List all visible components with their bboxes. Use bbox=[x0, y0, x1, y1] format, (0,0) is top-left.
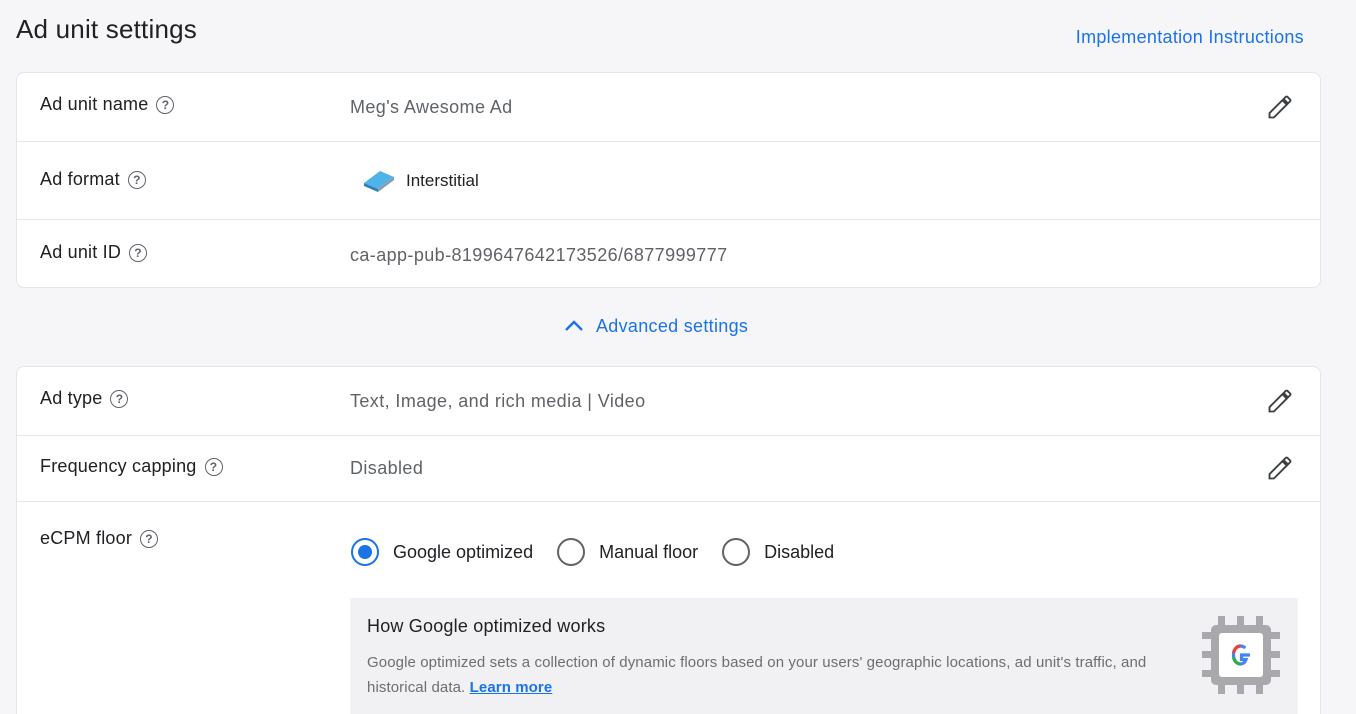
advanced-settings-toggle[interactable]: Advanced settings bbox=[562, 314, 748, 338]
help-icon[interactable]: ? bbox=[156, 95, 175, 114]
radio-google-optimized[interactable]: Google optimized bbox=[351, 538, 533, 566]
edit-name-button[interactable] bbox=[1264, 91, 1296, 123]
interstitial-icon bbox=[364, 171, 394, 192]
ad-type-value: Text, Image, and rich media | Video bbox=[350, 391, 646, 411]
radio-label: Disabled bbox=[764, 541, 835, 562]
help-icon[interactable]: ? bbox=[127, 170, 146, 189]
edit-ad-type-button[interactable] bbox=[1264, 385, 1296, 417]
frequency-capping-label: Frequency capping bbox=[40, 456, 197, 476]
help-icon[interactable]: ? bbox=[204, 457, 223, 476]
ad-unit-id-label: Ad unit ID bbox=[40, 242, 122, 262]
implementation-instructions-link[interactable]: Implementation Instructions bbox=[1076, 27, 1304, 48]
ad-format-row: Ad format ? Interstitial bbox=[17, 142, 1320, 220]
info-description: Google optimized sets a collection of dy… bbox=[367, 654, 1147, 696]
frequency-capping-value: Disabled bbox=[350, 458, 424, 478]
ecpm-floor-label: eCPM floor bbox=[40, 528, 133, 548]
ad-unit-name-label: Ad unit name bbox=[40, 94, 149, 114]
frequency-capping-row: Frequency capping ? Disabled bbox=[17, 436, 1320, 502]
help-icon[interactable]: ? bbox=[110, 389, 129, 408]
google-optimized-info-box: How Google optimized works Google optimi… bbox=[350, 598, 1298, 714]
basic-settings-card: Ad unit name ? Meg's Awesome Ad Ad forma… bbox=[16, 72, 1321, 288]
radio-label: Google optimized bbox=[393, 541, 534, 562]
radio-label: Manual floor bbox=[599, 541, 699, 562]
radio-disabled[interactable]: Disabled bbox=[722, 538, 834, 566]
ad-type-label: Ad type bbox=[40, 388, 103, 408]
ecpm-floor-row: eCPM floor ? Google optimized Manual flo… bbox=[17, 502, 1320, 714]
chevron-up-icon bbox=[565, 320, 583, 331]
ecpm-radio-group: Google optimized Manual floor Disabled bbox=[351, 538, 834, 566]
page-title: Ad unit settings bbox=[16, 14, 197, 44]
edit-frequency-button[interactable] bbox=[1264, 452, 1296, 484]
ad-unit-id-value[interactable]: ca-app-pub-8199647642173526/6877999777 bbox=[350, 245, 728, 266]
radio-button[interactable] bbox=[557, 538, 586, 566]
ad-unit-id-row: Ad unit ID ? ca-app-pub-8199647642173526… bbox=[17, 220, 1320, 287]
ad-unit-settings-page: Ad unit settings Implementation Instruct… bbox=[0, 0, 1356, 714]
radio-button[interactable] bbox=[722, 538, 751, 566]
ad-format-value: Interstitial bbox=[360, 167, 479, 195]
info-title: How Google optimized works bbox=[367, 616, 606, 636]
learn-more-link[interactable]: Learn more bbox=[470, 679, 553, 696]
ad-format-text: Interstitial bbox=[406, 171, 479, 190]
help-icon[interactable]: ? bbox=[129, 243, 148, 262]
pencil-icon bbox=[1268, 95, 1292, 119]
ad-type-row: Ad type ? Text, Image, and rich media | … bbox=[17, 367, 1320, 436]
pencil-icon bbox=[1268, 389, 1292, 413]
help-icon[interactable]: ? bbox=[140, 529, 159, 548]
radio-manual-floor[interactable]: Manual floor bbox=[557, 538, 698, 566]
google-chip-icon bbox=[1202, 616, 1280, 694]
ad-unit-name-value: Meg's Awesome Ad bbox=[350, 97, 513, 117]
radio-button[interactable] bbox=[351, 538, 379, 566]
ad-unit-name-row: Ad unit name ? Meg's Awesome Ad bbox=[17, 73, 1320, 142]
pencil-icon bbox=[1268, 456, 1292, 480]
ad-format-label: Ad format bbox=[40, 169, 120, 189]
advanced-settings-card: Ad type ? Text, Image, and rich media | … bbox=[16, 366, 1321, 714]
advanced-settings-label: Advanced settings bbox=[596, 315, 749, 336]
